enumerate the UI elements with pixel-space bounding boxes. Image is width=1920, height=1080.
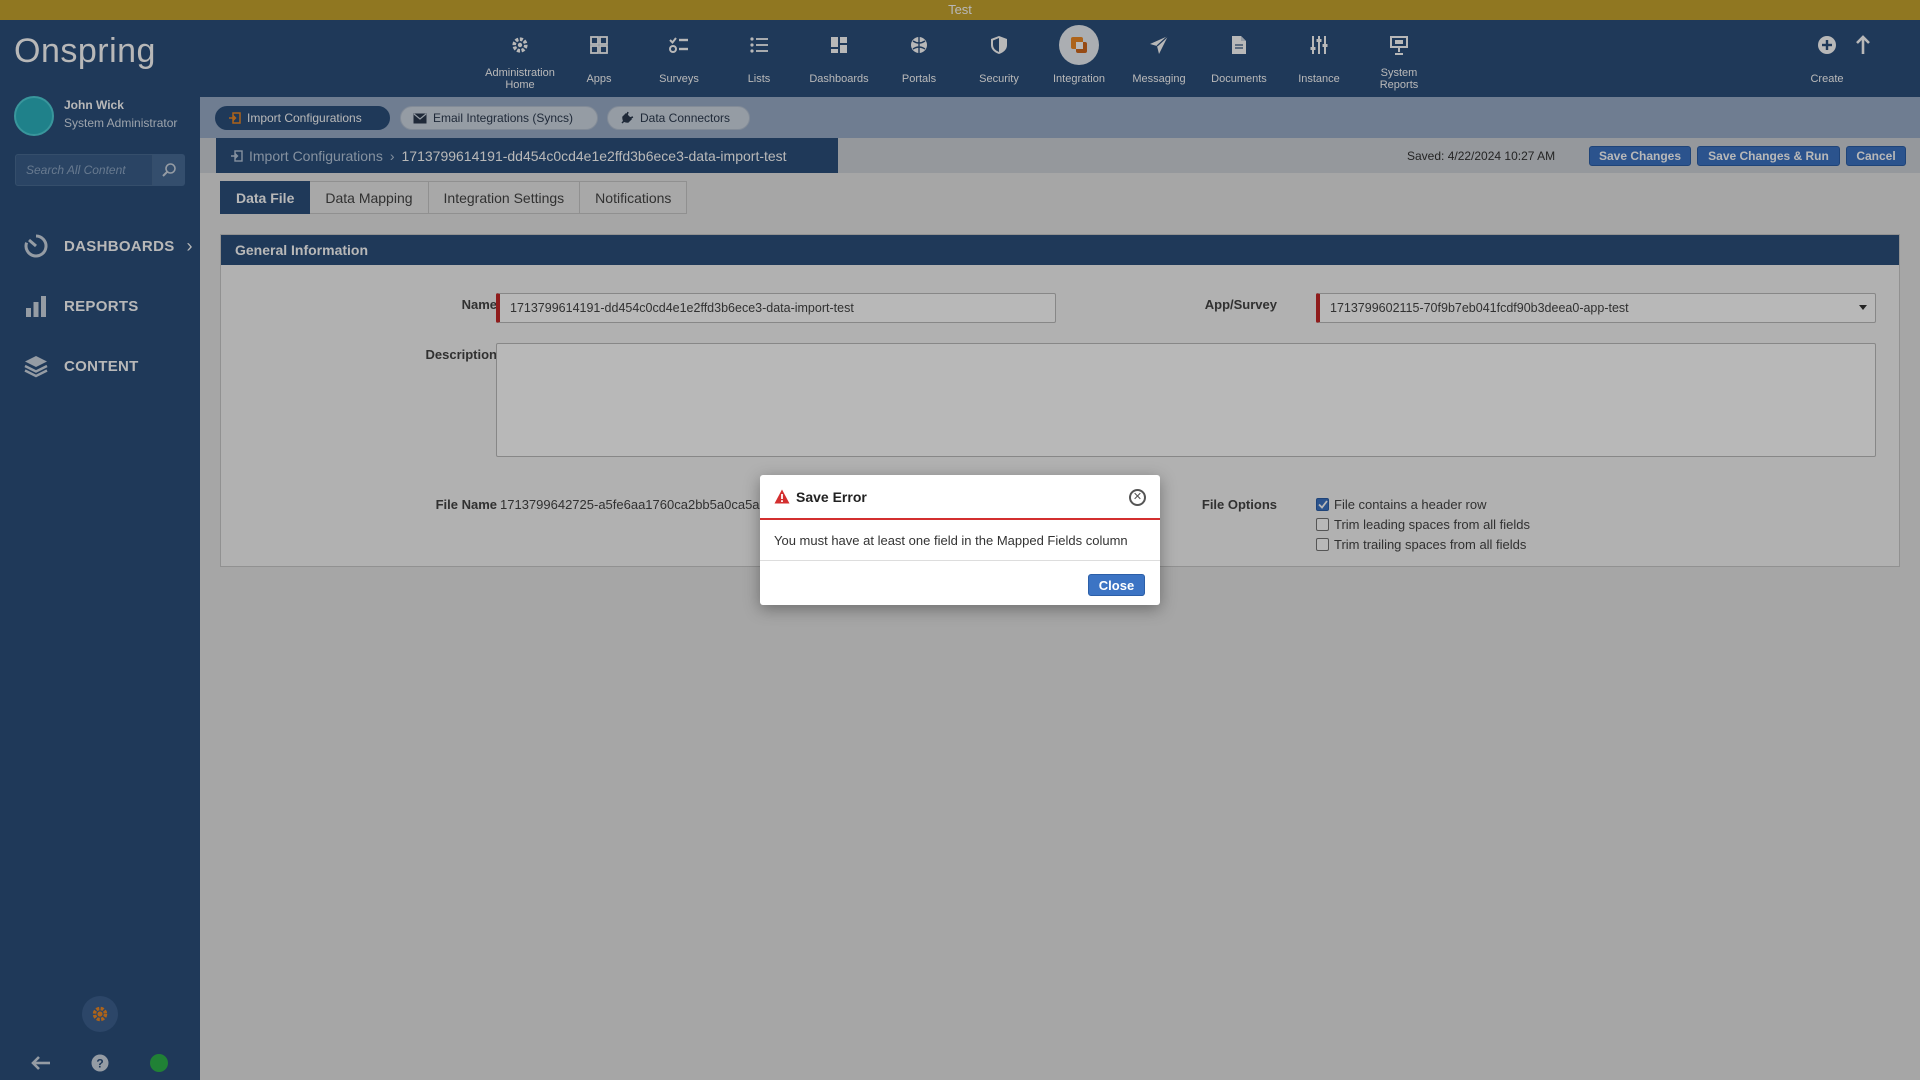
dialog-title: Save Error <box>796 488 867 505</box>
close-icon[interactable]: ✕ <box>1129 489 1146 506</box>
save-error-dialog: Save Error ✕ You must have at least one … <box>760 475 1160 605</box>
warning-icon <box>774 489 790 504</box>
close-button[interactable]: Close <box>1088 574 1145 596</box>
dialog-message: You must have at least one field in the … <box>760 520 1160 561</box>
dialog-header: Save Error ✕ <box>760 475 1160 520</box>
